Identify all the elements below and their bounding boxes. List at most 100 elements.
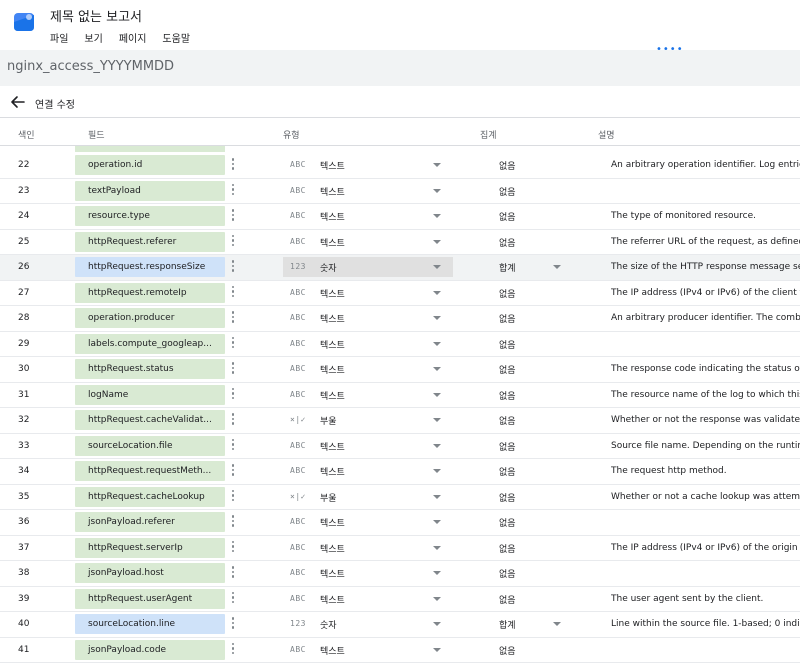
chevron-down-icon[interactable]	[433, 622, 441, 626]
field-chip[interactable]: httpRequest.referer	[75, 231, 225, 252]
field-chip[interactable]: httpRequest.status	[75, 359, 225, 379]
type-select[interactable]: ABC 텍스트	[283, 232, 453, 252]
menu-view[interactable]: 보기	[84, 30, 102, 45]
table-row[interactable]: 33 sourceLocation.file ABC 텍스트 없음 Source file…	[0, 434, 800, 459]
more-vert-icon[interactable]	[231, 438, 235, 453]
chevron-down-icon[interactable]	[433, 163, 441, 167]
table-row[interactable]: 25 httpRequest.referer ABC 텍스트 없음 The referre…	[0, 230, 800, 255]
field-chip[interactable]: jsonPayload.referer	[75, 512, 225, 532]
table-row[interactable]: 23 textPayload ABC 텍스트 없음	[0, 179, 800, 204]
more-vert-icon[interactable]	[231, 362, 235, 376]
type-select[interactable]: ABC 텍스트	[283, 155, 453, 175]
field-chip[interactable]: jsonPayload.host	[75, 563, 225, 583]
more-vert-icon[interactable]	[231, 285, 235, 300]
aggregation-value[interactable]: 합계	[499, 618, 516, 631]
field-chip[interactable]: httpRequest.serverIp	[75, 537, 225, 558]
field-chip[interactable]: httpRequest.cacheLookup	[75, 486, 225, 507]
more-vert-icon[interactable]	[231, 234, 235, 249]
table-row[interactable]: 26 httpRequest.responseSize 123 숫자 합계 The siz…	[0, 255, 800, 281]
type-select[interactable]: ABC 텍스트	[283, 359, 453, 379]
chevron-down-icon[interactable]	[433, 494, 441, 499]
back-arrow-icon[interactable]	[10, 94, 26, 110]
more-vert-icon[interactable]	[231, 566, 235, 580]
table-row[interactable]: 41 jsonPayload.code ABC 텍스트 없음	[0, 638, 800, 663]
field-description[interactable]: The referrer URL of the request, as defi…	[611, 237, 800, 247]
field-description[interactable]: Whether or not the response was validate…	[611, 415, 800, 425]
field-chip[interactable]: httpRequest.remoteIp	[75, 282, 225, 303]
more-vert-icon[interactable]	[231, 183, 235, 198]
table-row[interactable]: 32 httpRequest.cacheValidat... ×|✓ 부울 없음 Whet…	[0, 408, 800, 434]
table-row[interactable]: 34 httpRequest.requestMeth... ABC 텍스트 없음 The …	[0, 459, 800, 485]
chevron-down-icon[interactable]	[433, 469, 441, 473]
type-select[interactable]: 123 숫자	[283, 614, 453, 634]
type-select[interactable]: ABC 텍스트	[283, 206, 453, 226]
more-vert-icon[interactable]	[231, 336, 235, 351]
data-studio-logo-icon[interactable]	[13, 11, 35, 33]
more-vert-icon[interactable]	[231, 387, 235, 402]
field-description[interactable]: The size of the HTTP response message se…	[611, 262, 800, 272]
aggregation-value[interactable]: 합계	[499, 261, 516, 274]
type-select[interactable]: ABC 텍스트	[283, 461, 453, 481]
field-chip[interactable]: httpRequest.responseSize	[75, 257, 225, 277]
more-vert-icon[interactable]	[231, 642, 235, 657]
field-description[interactable]: An arbitrary operation identifier. Log e…	[611, 160, 800, 170]
more-vert-icon[interactable]	[231, 209, 235, 223]
table-row[interactable]: 35 httpRequest.cacheLookup ×|✓ 부울 없음 Whether …	[0, 485, 800, 510]
more-vert-icon[interactable]	[231, 464, 235, 478]
field-description[interactable]: The type of monitored resource.	[611, 211, 800, 221]
table-row[interactable]: 36 jsonPayload.referer ABC 텍스트 없음	[0, 510, 800, 536]
table-row[interactable]: 28 operation.producer ABC 텍스트 없음 An arbitrary…	[0, 306, 800, 332]
field-description[interactable]: The request http method.	[611, 466, 800, 476]
table-row[interactable]: 27 httpRequest.remoteIp ABC 텍스트 없음 The IP add…	[0, 281, 800, 306]
field-description[interactable]: The IP address (IPv4 or IPv6) of the cli…	[611, 288, 800, 298]
type-select[interactable]: ABC 텍스트	[283, 385, 453, 405]
field-description[interactable]: Whether or not a cache lookup was attemp…	[611, 492, 800, 502]
field-description[interactable]: The response code indicating the status …	[611, 364, 800, 374]
field-chip[interactable]: httpRequest.userAgent	[75, 588, 225, 609]
field-chip[interactable]: logName	[75, 384, 225, 405]
field-chip[interactable]: operation.id	[75, 155, 225, 175]
chevron-down-icon[interactable]	[433, 418, 441, 422]
table-row[interactable]: 30 httpRequest.status ABC 텍스트 없음 The response…	[0, 357, 800, 383]
type-select[interactable]: ABC 텍스트	[283, 436, 453, 456]
field-description[interactable]: The IP address (IPv4 or IPv6) of the ori…	[611, 543, 800, 553]
field-description[interactable]: The user agent sent by the client.	[611, 594, 800, 604]
table-row[interactable]: 31 logName ABC 텍스트 없음 The resource name of th…	[0, 383, 800, 408]
more-vert-icon[interactable]	[231, 260, 235, 274]
type-select[interactable]: ×|✓ 부울	[283, 410, 453, 430]
chevron-down-icon[interactable]	[433, 188, 441, 193]
table-row[interactable]: 40 sourceLocation.line 123 숫자 합계 Line within …	[0, 612, 800, 638]
field-chip[interactable]: resource.type	[75, 206, 225, 226]
chevron-down-icon[interactable]	[433, 341, 441, 346]
chevron-down-icon[interactable]	[433, 392, 441, 397]
field-chip[interactable]: sourceLocation.file	[75, 435, 225, 456]
more-vert-icon[interactable]	[231, 591, 235, 606]
more-vert-icon[interactable]	[231, 617, 235, 631]
more-vert-icon[interactable]	[231, 540, 235, 555]
field-chip[interactable]: labels.compute_googleap...	[75, 333, 225, 354]
chevron-down-icon[interactable]	[433, 367, 441, 371]
more-vert-icon[interactable]	[231, 311, 235, 325]
field-list[interactable]: 22 operation.id ABC 텍스트 없음 An arbitrary opera…	[0, 146, 800, 664]
field-chip[interactable]: jsonPayload.code	[75, 639, 225, 660]
type-select[interactable]: ×|✓ 부울	[283, 487, 453, 507]
edit-connection-button[interactable]: 연결 수정	[35, 96, 75, 111]
type-select[interactable]: ABC 텍스트	[283, 589, 453, 609]
table-row[interactable]: 37 httpRequest.serverIp ABC 텍스트 없음 The IP add…	[0, 536, 800, 561]
field-description[interactable]: Source file name. Depending on the runti…	[611, 441, 800, 451]
chevron-down-icon[interactable]	[433, 239, 441, 244]
chevron-down-icon[interactable]	[433, 596, 441, 601]
field-chip[interactable]: operation.producer	[75, 308, 225, 328]
table-row[interactable]: 22 operation.id ABC 텍스트 없음 An arbitrary opera…	[0, 153, 800, 179]
data-source-name[interactable]: nginx_access_YYYYMMDD	[7, 59, 174, 74]
field-description[interactable]: An arbitrary producer identifier. The co…	[611, 313, 800, 323]
type-select[interactable]: ABC 텍스트	[283, 512, 453, 532]
type-select[interactable]: ABC 텍스트	[283, 563, 453, 583]
field-chip[interactable]: textPayload	[75, 180, 225, 201]
field-chip[interactable]: httpRequest.cacheValidat...	[75, 410, 225, 430]
more-vert-icon[interactable]	[231, 515, 235, 529]
more-vert-icon[interactable]	[231, 413, 235, 427]
more-vert-icon[interactable]	[231, 489, 235, 504]
chevron-down-icon[interactable]	[433, 316, 441, 320]
type-select[interactable]: ABC 텍스트	[283, 308, 453, 328]
